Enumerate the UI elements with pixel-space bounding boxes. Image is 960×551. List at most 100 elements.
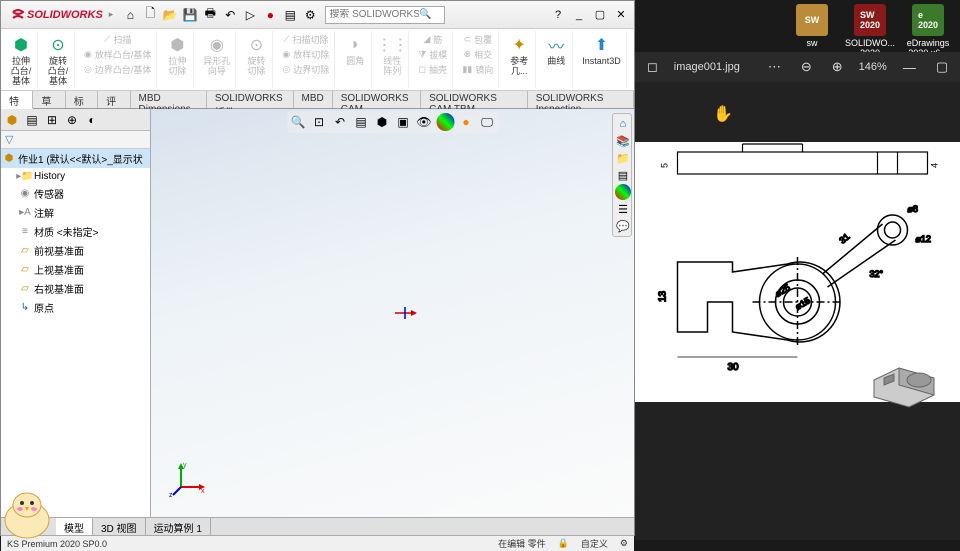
tp-view-icon[interactable]: ▤ <box>615 167 631 183</box>
feature-manager-panel: ⬢ ▤ ⊞ ⊕ ◐ ▽ ⬢作业1 (默认<<默认>_显示状 ▸📁History … <box>1 109 151 517</box>
extrude-boss-button[interactable]: ⬢拉伸 凸台/ 基体 <box>8 32 34 88</box>
zoom-fit-icon[interactable]: 🔍 <box>289 113 307 131</box>
viewer-min-icon[interactable]: — <box>899 58 920 77</box>
feature-tree[interactable]: ⬢作业1 (默认<<默认>_显示状 ▸📁History ◉传感器 ▸A注解 ≡材… <box>1 149 150 517</box>
fm-tab-display-icon[interactable]: ◐ <box>83 111 101 129</box>
viewer-zoom: 146% <box>859 61 887 73</box>
appearance-icon[interactable] <box>436 113 454 131</box>
save-icon[interactable]: 💾 <box>181 6 199 24</box>
viewer-zoomin-icon[interactable]: ⊕ <box>828 57 847 77</box>
tab-cam[interactable]: SOLIDWORKS CAM <box>333 91 421 108</box>
origin-marker-icon <box>393 305 417 324</box>
svg-text:z: z <box>169 492 173 499</box>
fm-tab-property-icon[interactable]: ▤ <box>23 111 41 129</box>
tab-model[interactable]: 模型 <box>56 518 93 535</box>
curves-button[interactable]: 〰曲线 <box>543 32 569 68</box>
tab-addins[interactable]: SOLIDWORKS 插件 <box>207 91 294 108</box>
search-input[interactable] <box>329 9 419 20</box>
tab-motion[interactable]: 运动算例 1 <box>146 518 211 535</box>
tab-sketch[interactable]: 草图 <box>33 91 65 108</box>
viewer-max-icon[interactable]: ▢ <box>932 57 952 77</box>
ref-geometry-button[interactable]: ✦参考 几... <box>506 32 532 78</box>
view-settings-icon[interactable]: 🖵 <box>478 113 496 131</box>
tab-mbd-dims[interactable]: MBD Dimensions <box>131 91 207 108</box>
origin-icon: ↳ <box>19 302 31 314</box>
svg-text:32°: 32° <box>870 269 884 279</box>
tab-3dview[interactable]: 3D 视图 <box>93 518 146 535</box>
fm-tab-tree-icon[interactable]: ⬢ <box>3 111 21 129</box>
desktop-icon-solidworks[interactable]: SW2020 SOLIDWO... 2020 <box>848 4 892 58</box>
print-icon[interactable]: 🖶 <box>201 6 219 24</box>
tree-history[interactable]: ▸📁History <box>1 168 150 184</box>
display-style-icon[interactable]: ▣ <box>394 113 412 131</box>
tree-top-plane[interactable]: ▱上视基准面 <box>1 260 150 279</box>
mirror-button: ▮▮镜向 <box>460 62 495 77</box>
tp-home-icon[interactable]: ⌂ <box>615 116 631 132</box>
tree-root[interactable]: ⬢作业1 (默认<<默认>_显示状 <box>1 149 150 168</box>
solidworks-window: SOLIDWORKS ▸ ⌂ 🗋 📂 💾 🖶 ↶ ▷ ● ▤ ⚙ 🔍 ? _ ▢… <box>0 0 635 536</box>
close-icon[interactable]: ✕ <box>612 7 630 23</box>
fm-tab-dim-icon[interactable]: ⊕ <box>63 111 81 129</box>
help-icon[interactable]: ? <box>549 7 567 23</box>
task-pane: ⌂ 📚 📁 ▤ ☰ 💬 <box>612 113 632 237</box>
prev-view-icon[interactable]: ↶ <box>331 113 349 131</box>
tab-feature[interactable]: 特征 <box>1 91 33 109</box>
minimize-icon[interactable]: _ <box>570 7 588 23</box>
tab-camtbm[interactable]: SOLIDWORKS CAM TBM <box>421 91 528 108</box>
tree-annotations[interactable]: ▸A注解 <box>1 203 150 222</box>
revolve-boss-button[interactable]: ⊙旋转 凸台/ 基体 <box>45 32 71 88</box>
desktop-icon-sw[interactable]: SW sw <box>790 4 834 58</box>
view-orient-icon[interactable]: ⬢ <box>373 113 391 131</box>
title-bar: SOLIDWORKS ▸ ⌂ 🗋 📂 💾 🖶 ↶ ▷ ● ▤ ⚙ 🔍 ? _ ▢… <box>1 1 634 29</box>
scene-icon[interactable]: ● <box>457 113 475 131</box>
graphics-viewport[interactable]: 🔍 ⊡ ↶ ▤ ⬢ ▣ 👁 ● 🖵 ⌂ 📚 📁 ▤ ☰ 💬 <box>151 109 634 517</box>
viewer-back-icon[interactable]: ◻ <box>643 57 662 77</box>
sweep-button: ⟋扫描 <box>102 32 133 47</box>
tree-right-plane[interactable]: ▱右视基准面 <box>1 279 150 298</box>
zoom-area-icon[interactable]: ⊡ <box>310 113 328 131</box>
fillet-button: ◗圆角 <box>342 32 368 68</box>
rebuild-icon[interactable]: ● <box>261 6 279 24</box>
plane-icon: ▱ <box>19 264 31 276</box>
open-icon[interactable]: 📂 <box>161 6 179 24</box>
tp-explorer-icon[interactable]: 📁 <box>615 150 631 166</box>
tab-mbd[interactable]: MBD <box>294 91 333 108</box>
tab-annotate[interactable]: 标注 <box>66 91 98 108</box>
command-tabs: 特征 草图 标注 评估 MBD Dimensions SOLIDWORKS 插件… <box>1 91 634 109</box>
options-icon[interactable]: ▤ <box>281 6 299 24</box>
tab-evaluate[interactable]: 评估 <box>98 91 130 108</box>
section-icon[interactable]: ▤ <box>352 113 370 131</box>
viewer-zoomout-icon[interactable]: ⊖ <box>797 57 816 77</box>
tree-origin[interactable]: ↳原点 <box>1 298 150 317</box>
new-icon[interactable]: 🗋 <box>141 6 159 24</box>
intersect-button: ⊗相交 <box>461 47 494 62</box>
tree-material[interactable]: ≡材质 <未指定> <box>1 222 150 241</box>
isometric-preview <box>864 330 954 420</box>
tp-forum-icon[interactable]: 💬 <box>615 218 631 234</box>
filter-icon: ▽ <box>5 133 13 146</box>
part-icon: ⬢ <box>3 153 15 165</box>
pattern-button: ⋮⋮线性 阵列 <box>379 32 405 78</box>
tp-props-icon[interactable]: ☰ <box>615 201 631 217</box>
fm-tab-config-icon[interactable]: ⊞ <box>43 111 61 129</box>
svg-text:⌀25: ⌀25 <box>774 282 792 298</box>
desktop-icon-edrawings[interactable]: e2020 eDrawings 2020 x6... <box>906 4 950 58</box>
filter-bar[interactable]: ▽ <box>1 131 150 149</box>
search-icon[interactable]: 🔍 <box>419 9 431 20</box>
cut-extrude-button: ⬢拉伸 切除 <box>164 32 190 78</box>
help-search[interactable]: 🔍 <box>325 6 445 24</box>
tab-inspection[interactable]: SOLIDWORKS Inspection <box>528 91 634 108</box>
maximize-icon[interactable]: ▢ <box>591 7 609 23</box>
hide-show-icon[interactable]: 👁 <box>415 113 433 131</box>
viewer-more-icon[interactable]: ⋯ <box>764 57 785 77</box>
tree-sensors[interactable]: ◉传感器 <box>1 184 150 203</box>
tree-front-plane[interactable]: ▱前视基准面 <box>1 241 150 260</box>
home-icon[interactable]: ⌂ <box>121 6 139 24</box>
instant3d-button[interactable]: ⬆Instant3D <box>580 32 623 68</box>
heads-up-toolbar: 🔍 ⊡ ↶ ▤ ⬢ ▣ 👁 ● 🖵 <box>287 111 498 133</box>
settings-icon[interactable]: ⚙ <box>301 6 319 24</box>
select-icon[interactable]: ▷ <box>241 6 259 24</box>
tp-appearance-icon[interactable] <box>615 184 631 200</box>
tp-lib-icon[interactable]: 📚 <box>615 133 631 149</box>
undo-icon[interactable]: ↶ <box>221 6 239 24</box>
